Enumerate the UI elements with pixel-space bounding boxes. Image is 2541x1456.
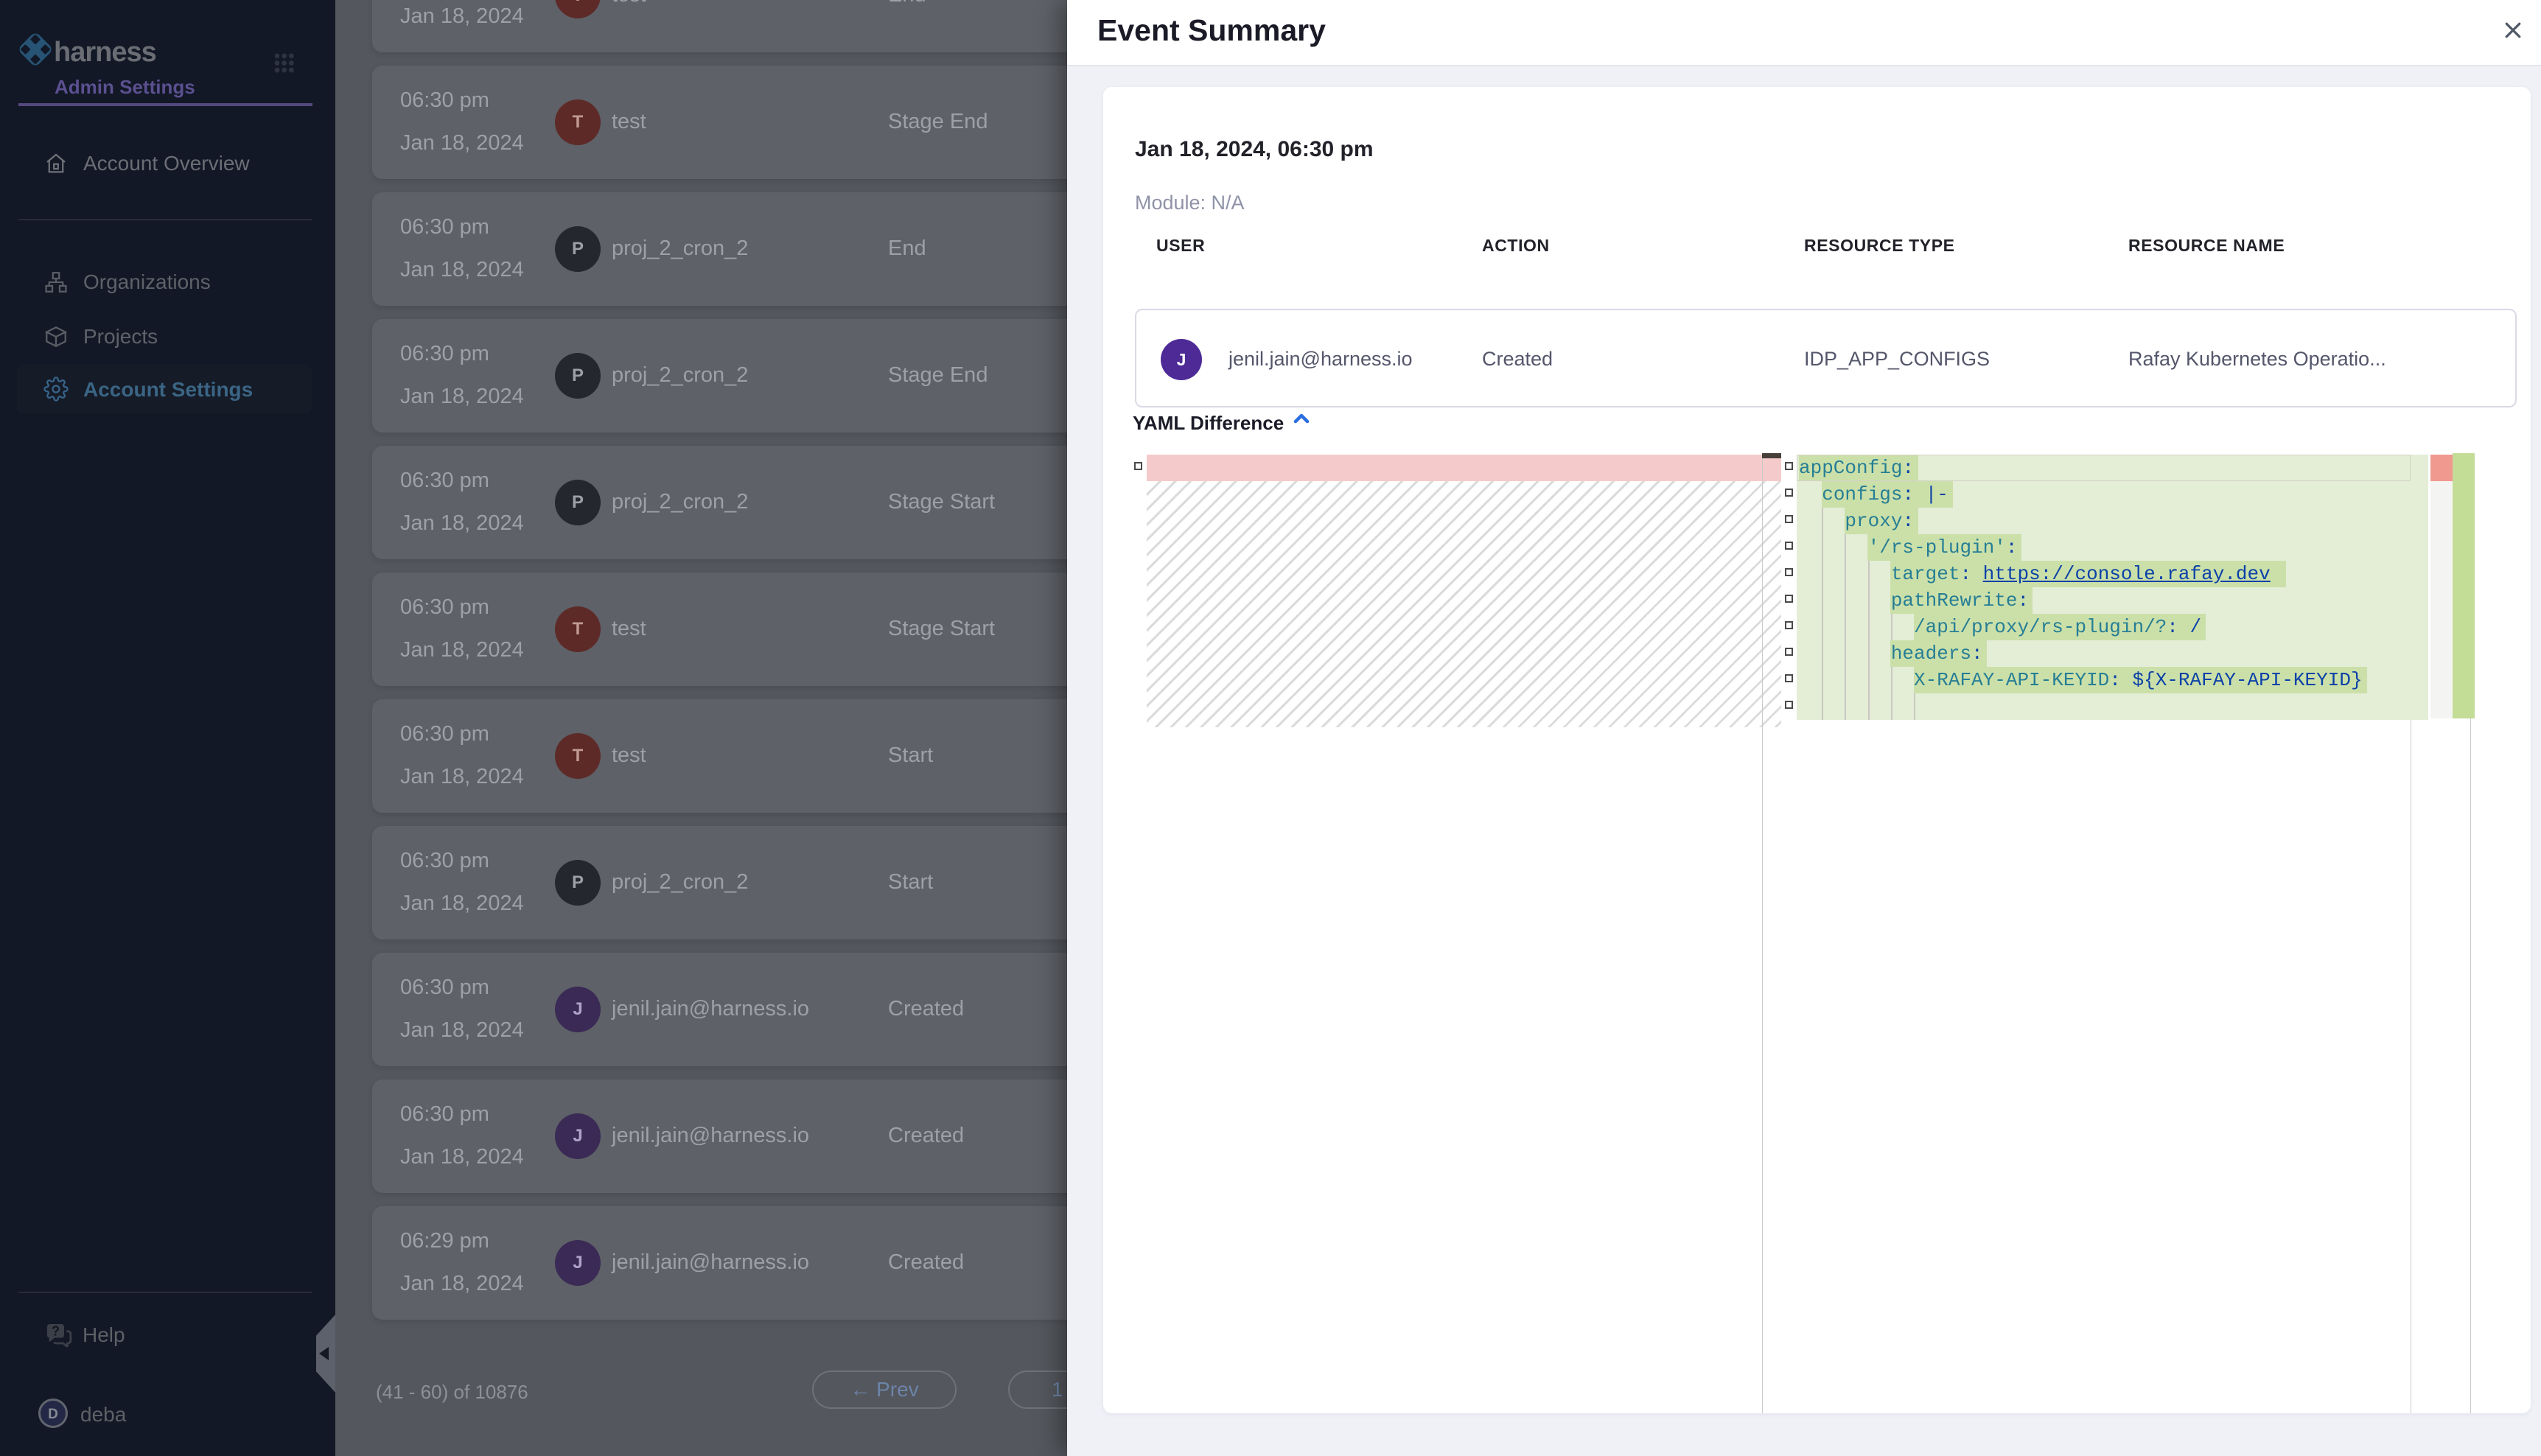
- svg-text:?: ?: [52, 1323, 60, 1338]
